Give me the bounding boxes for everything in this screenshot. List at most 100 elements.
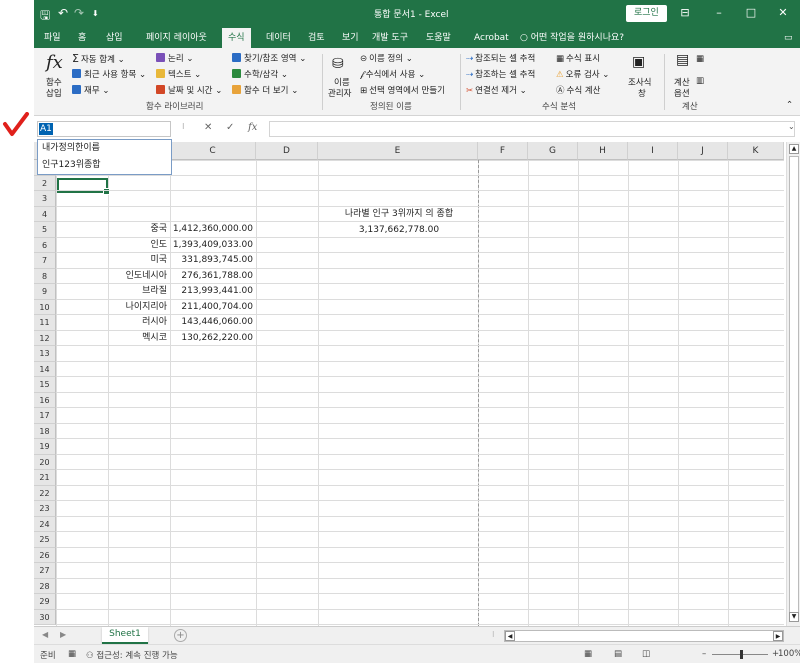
row-header[interactable]: 2 [34,175,56,191]
row-header[interactable]: 23 [34,501,56,517]
maximize-button[interactable]: □ [736,3,766,23]
name-box[interactable]: A1 [37,121,171,137]
zoom-level[interactable]: 100% [778,649,800,659]
population-cell[interactable]: 1,393,409,033.00 [170,238,256,253]
error-checking-button[interactable]: ⚠ 오류 검사 ⌄ [556,68,609,80]
column-header[interactable]: J [678,142,728,160]
row-header[interactable]: 9 [34,284,56,300]
tab-insert[interactable]: 삽입 [100,28,129,48]
define-name-button[interactable]: ⊝ 이름 정의 ⌄ [360,52,413,64]
country-cell[interactable]: 나이지리아 [108,300,170,315]
name-box-value[interactable]: A1 [39,123,53,135]
page-layout-view-icon[interactable]: ▤ [614,649,622,659]
column-header[interactable]: I [628,142,678,160]
macro-record-icon[interactable]: ▦ [68,649,76,659]
more-functions-button[interactable]: 함수 더 보기 ⌄ [232,84,298,96]
tab-home[interactable]: 홈 [72,28,92,48]
country-cell[interactable]: 미국 [108,253,170,268]
comments-icon[interactable]: ▭ [778,28,799,48]
trace-precedents-button[interactable]: ⇢ 참조되는 셀 추적 [466,52,535,64]
row-header[interactable]: 3 [34,191,56,207]
tell-me-search[interactable]: ○ 어떤 작업을 원하시나요? [514,28,630,48]
normal-view-icon[interactable]: ▦ [584,649,592,659]
tab-page-layout[interactable]: 페이지 레이아웃 [140,28,213,48]
country-cell[interactable]: 멕시코 [108,331,170,346]
redo-icon[interactable]: ↷ [74,6,84,20]
logical-button[interactable]: 논리 ⌄ [156,52,193,64]
autosum-button[interactable]: Σ 자동 합계 ⌄ [72,52,125,65]
calculate-now-icon[interactable]: ▦ [696,54,704,64]
row-header[interactable]: 6 [34,237,56,253]
row-header[interactable]: 16 [34,392,56,408]
insert-function-label2[interactable]: 삽입 [46,87,62,99]
minimize-button[interactable]: – [704,3,734,23]
country-cell[interactable]: 러시아 [108,315,170,330]
column-header[interactable]: G [528,142,578,160]
tab-split-grip[interactable]: ⁝ [492,630,495,639]
row-header[interactable]: 27 [34,563,56,579]
population-cell[interactable]: 143,446,060.00 [170,315,256,330]
row-header[interactable]: 24 [34,516,56,532]
row-header[interactable]: 21 [34,470,56,486]
watch-window-label2[interactable]: 창 [638,87,646,99]
ribbon-display-options-icon[interactable]: ⊟ [670,3,700,23]
tab-file[interactable]: 파일 [38,28,67,48]
scroll-thumb[interactable] [789,156,799,616]
row-header[interactable]: 18 [34,423,56,439]
cell-e4[interactable]: 나라별 인구 3위까지 의 종합 [320,207,478,222]
row-header[interactable]: 15 [34,377,56,393]
column-header[interactable]: E [318,142,478,160]
datetime-button[interactable]: 날짜 및 시간 ⌄ [156,84,222,96]
next-sheet-icon[interactable]: ▶ [60,630,66,639]
tab-developer[interactable]: 개발 도구 [366,28,414,48]
row-header[interactable]: 22 [34,485,56,501]
login-button[interactable]: 로그인 [626,5,667,22]
calculation-options-icon[interactable]: ▤ [676,52,689,68]
row-header[interactable]: 7 [34,253,56,269]
tab-help[interactable]: 도움말 [420,28,457,48]
tab-acrobat[interactable]: Acrobat [468,28,515,48]
row-header[interactable]: 20 [34,454,56,470]
column-header[interactable]: F [478,142,528,160]
cancel-icon[interactable]: ✕ [204,122,212,133]
save-icon[interactable]: 🖫 [40,6,50,27]
collapse-ribbon-icon[interactable]: ⌃ [786,100,793,110]
prev-sheet-icon[interactable]: ◀ [42,630,48,639]
population-cell[interactable]: 331,893,745.00 [170,253,256,268]
insert-function-fx-icon[interactable]: fx [248,122,257,133]
insert-function-icon[interactable]: fx [46,52,63,73]
math-button[interactable]: 수학/삼각 ⌄ [232,68,288,80]
defined-name-item[interactable]: 내가정의한이름 [38,140,171,157]
population-cell[interactable]: 276,361,788.00 [170,269,256,284]
country-cell[interactable]: 인도 [108,238,170,253]
scroll-left-icon[interactable]: ◀ [505,631,515,641]
financial-button[interactable]: 재무 ⌄ [72,84,109,96]
vertical-scrollbar[interactable]: ▲ ▼ [786,142,800,626]
accessibility-status[interactable]: ⚇ 접근성: 계속 진행 가능 [86,649,178,661]
country-cell[interactable]: 중국 [108,222,170,237]
add-sheet-icon[interactable]: + [174,629,187,642]
enter-icon[interactable]: ✓ [226,122,234,133]
show-formulas-button[interactable]: ▦ 수식 표시 [556,52,600,64]
row-header[interactable]: 12 [34,330,56,346]
name-manager-icon[interactable]: ⛁ [332,56,344,72]
row-header[interactable]: 14 [34,361,56,377]
population-cell[interactable]: 130,262,220.00 [170,331,256,346]
calculation-options-label2[interactable]: 옵션 [674,87,690,99]
lookup-button[interactable]: 찾기/참조 영역 ⌄ [232,52,306,64]
tab-review[interactable]: 검토 [302,28,331,48]
customize-quick-access-icon[interactable]: ⬇ [92,9,99,18]
row-header[interactable]: 10 [34,299,56,315]
row-header[interactable]: 25 [34,532,56,548]
tab-view[interactable]: 보기 [336,28,365,48]
row-header[interactable]: 4 [34,206,56,222]
population-cell[interactable]: 213,993,441.00 [170,284,256,299]
tab-data[interactable]: 데이터 [260,28,297,48]
country-cell[interactable]: 인도네시아 [108,269,170,284]
row-header[interactable]: 29 [34,594,56,610]
zoom-slider-thumb[interactable] [740,650,743,659]
row-header[interactable]: 17 [34,408,56,424]
row-header[interactable]: 19 [34,439,56,455]
scroll-down-icon[interactable]: ▼ [789,612,799,622]
row-header[interactable]: 28 [34,578,56,594]
